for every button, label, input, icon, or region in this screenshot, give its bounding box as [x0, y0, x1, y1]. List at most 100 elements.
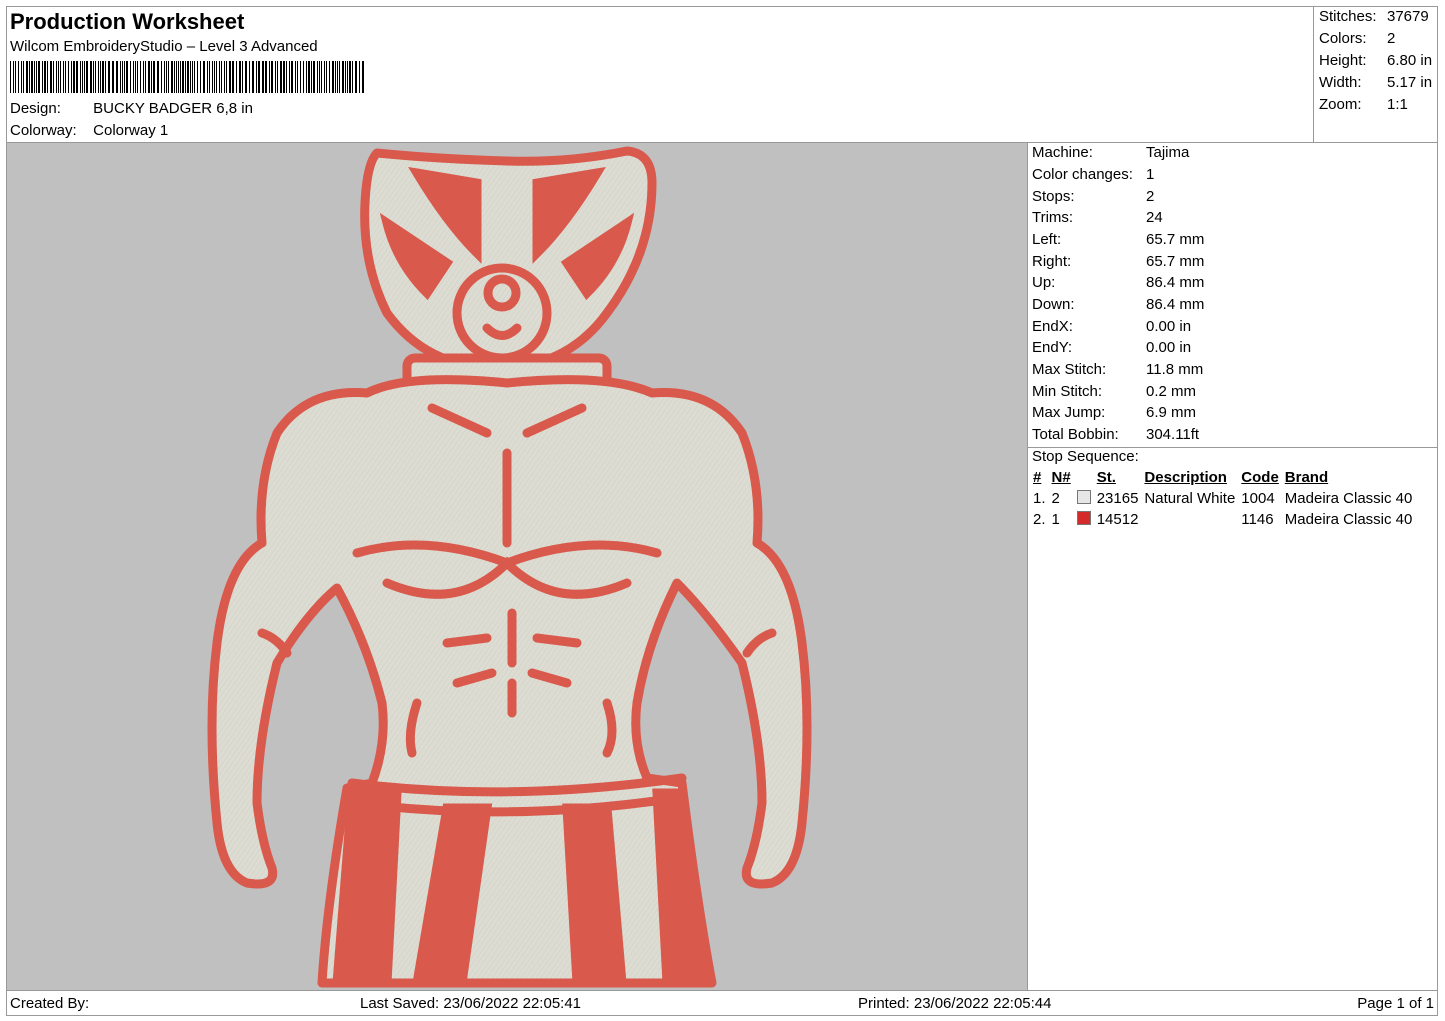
column-header: Code — [1241, 469, 1279, 486]
design-row: Design: BUCKY BADGER 6,8 in — [10, 100, 253, 117]
info-row: Trims: 24 — [1032, 209, 1163, 226]
info-value: 65.7 mm — [1146, 231, 1205, 248]
created-by: Created By: — [10, 995, 90, 1012]
summary-value: 1:1 — [1387, 96, 1408, 113]
info-row: Left: 65.7 mm — [1032, 231, 1204, 248]
summary-label: Zoom: — [1319, 96, 1362, 113]
column-header: Brand — [1284, 469, 1329, 486]
info-row: EndY: 0.00 in — [1032, 339, 1191, 356]
info-row: Max Stitch: 11.8 mm — [1032, 361, 1203, 378]
color-swatch — [1074, 488, 1094, 509]
page-title: Production Worksheet — [10, 9, 245, 34]
info-value: 86.4 mm — [1146, 296, 1205, 313]
column-header — [1074, 467, 1094, 488]
summary-value: 37679 — [1387, 8, 1429, 25]
info-value: 304.11ft — [1146, 426, 1200, 443]
info-value: 0.00 in — [1146, 318, 1192, 335]
design-value: BUCKY BADGER 6,8 in — [93, 100, 253, 117]
page-number: Page 1 of 1 — [1357, 995, 1434, 1012]
info-row: Total Bobbin: 304.11ft — [1032, 426, 1199, 443]
summary-label: Width: — [1319, 74, 1362, 91]
summary-value: 2 — [1387, 30, 1396, 47]
column-header: Description — [1144, 469, 1227, 486]
row-code: 1004 — [1241, 490, 1275, 507]
info-row: Down: 86.4 mm — [1032, 296, 1204, 313]
info-row: Color changes: 1 — [1032, 166, 1154, 183]
info-label: Min Stitch: — [1032, 383, 1103, 400]
summary-label: Stitches: — [1319, 8, 1377, 25]
design-preview — [7, 143, 1027, 990]
info-row: Right: 65.7 mm — [1032, 253, 1204, 270]
column-header: N# — [1051, 469, 1071, 486]
info-label: Right: — [1032, 253, 1072, 270]
summary-zoom: Zoom: 1:1 — [1319, 96, 1408, 113]
row-index: 1. — [1033, 490, 1046, 507]
info-row: Machine: Tajima — [1032, 144, 1189, 161]
column-header: St. — [1096, 469, 1116, 486]
summary-panel: Stitches: 37679 Colors: 2 Height: 6.80 in W… — [1314, 6, 1438, 143]
info-row: Up: 86.4 mm — [1032, 274, 1204, 291]
info-label: Total Bobbin: — [1032, 426, 1119, 443]
summary-width: Width: 5.17 in — [1319, 74, 1432, 91]
colorway-label: Colorway: — [10, 122, 77, 139]
summary-height: Height: 6.80 in — [1319, 52, 1432, 69]
stop-sequence-title: Stop Sequence: — [1032, 448, 1139, 465]
info-label: Color changes: — [1032, 166, 1133, 183]
summary-label: Colors: — [1319, 30, 1367, 47]
summary-label: Height: — [1319, 52, 1367, 69]
row-stitches: 23165 — [1096, 490, 1139, 507]
summary-colors: Colors: 2 — [1319, 30, 1395, 47]
info-value: 0.00 in — [1146, 339, 1192, 356]
row-brand: Madeira Classic 40 — [1284, 490, 1413, 507]
stop-sequence-table: # N# St. Description Code Brand 1. 2 231… — [1030, 467, 1415, 530]
info-label: EndY: — [1032, 339, 1073, 356]
info-value: 86.4 mm — [1146, 274, 1205, 291]
info-label: Left: — [1032, 231, 1062, 248]
column-header: # — [1033, 469, 1042, 486]
color-swatch — [1074, 509, 1094, 530]
info-value: 65.7 mm — [1146, 253, 1205, 270]
info-row: Max Jump: 6.9 mm — [1032, 404, 1196, 421]
machine-info-panel: Machine: Tajima Color changes: 1 Stops: 2 T… — [1027, 143, 1438, 990]
info-value: 11.8 mm — [1146, 361, 1204, 378]
info-label: Stops: — [1032, 188, 1075, 205]
table-row: 1. 2 23165 Natural White 1004 Madeira Cl… — [1030, 488, 1415, 509]
row-brand: Madeira Classic 40 — [1284, 511, 1413, 528]
printed-date: Printed: 23/06/2022 22:05:44 — [858, 995, 1052, 1012]
badger-embroidery-image — [207, 146, 812, 988]
table-row: 2. 1 14512 1146 Madeira Classic 40 — [1030, 509, 1415, 530]
summary-value: 5.17 in — [1387, 74, 1433, 91]
info-value: Tajima — [1146, 144, 1190, 161]
summary-value: 6.80 in — [1387, 52, 1433, 69]
row-code: 1146 — [1241, 511, 1274, 528]
colorway-value: Colorway 1 — [93, 122, 169, 139]
last-saved: Last Saved: 23/06/2022 22:05:41 — [360, 995, 582, 1012]
row-stitches: 14512 — [1096, 511, 1139, 528]
table-header-row: # N# St. Description Code Brand — [1030, 467, 1415, 488]
row-description — [1141, 509, 1238, 530]
info-label: Machine: — [1032, 144, 1093, 161]
row-description: Natural White — [1144, 490, 1236, 507]
design-label: Design: — [10, 100, 61, 117]
row-needle: 2 — [1051, 490, 1060, 507]
info-label: Max Jump: — [1032, 404, 1106, 421]
barcode-image — [10, 61, 364, 93]
row-index: 2. — [1033, 511, 1046, 528]
worksheet-footer: Created By: Last Saved: 23/06/2022 22:05… — [6, 990, 1438, 1016]
info-row: Stops: 2 — [1032, 188, 1154, 205]
worksheet-header: Production Worksheet Wilcom EmbroiderySt… — [6, 6, 1314, 143]
info-value: 1 — [1146, 166, 1155, 183]
info-row: EndX: 0.00 in — [1032, 318, 1191, 335]
info-value: 0.2 mm — [1146, 383, 1197, 400]
info-label: Down: — [1032, 296, 1075, 313]
info-label: Max Stitch: — [1032, 361, 1107, 378]
info-label: EndX: — [1032, 318, 1073, 335]
summary-stitches: Stitches: 37679 — [1319, 8, 1429, 25]
info-row: Min Stitch: 0.2 mm — [1032, 383, 1196, 400]
info-value: 2 — [1146, 188, 1155, 205]
software-name: Wilcom EmbroideryStudio – Level 3 Advanc… — [10, 38, 318, 55]
info-label: Trims: — [1032, 209, 1074, 226]
info-value: 6.9 mm — [1146, 404, 1197, 421]
info-value: 24 — [1146, 209, 1163, 226]
info-label: Up: — [1032, 274, 1056, 291]
